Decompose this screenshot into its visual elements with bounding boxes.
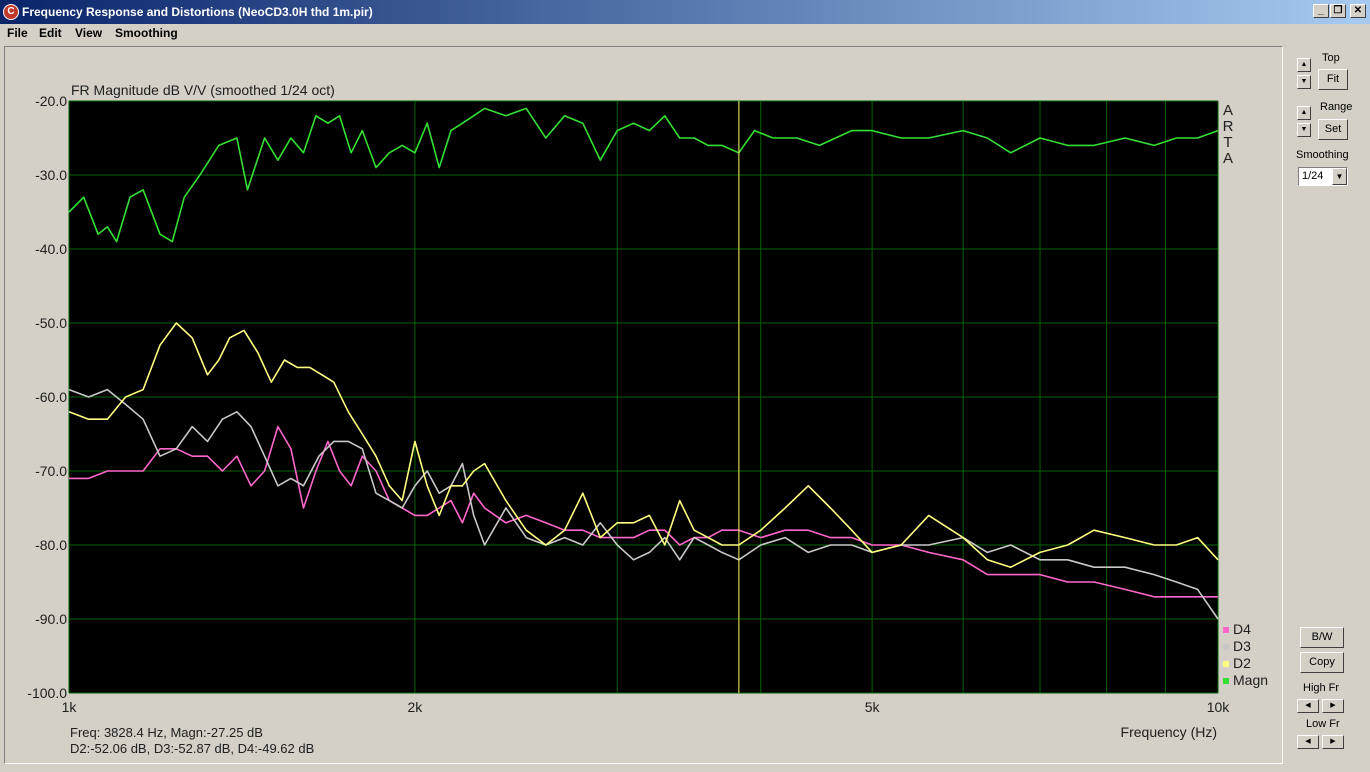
x-tick-label: 1k bbox=[62, 699, 78, 715]
minimize-button[interactable]: _ bbox=[1313, 4, 1329, 18]
cursor-readout-line2: D2:-52.06 dB, D3:-52.87 dB, D4:-49.62 dB bbox=[70, 741, 314, 756]
app-icon[interactable]: C bbox=[3, 4, 19, 20]
bw-button[interactable]: B/W bbox=[1300, 627, 1344, 648]
smoothing-value: 1/24 bbox=[1302, 170, 1324, 182]
chart-title: FR Magnitude dB V/V (smoothed 1/24 oct) bbox=[71, 82, 335, 98]
range-up-button[interactable]: ▲ bbox=[1297, 106, 1311, 120]
smoothing-select[interactable]: 1/24 ▼ bbox=[1298, 167, 1348, 186]
low-fr-label: Low Fr bbox=[1306, 718, 1340, 730]
y-tick-label: -90.0 bbox=[35, 611, 67, 627]
y-tick-label: -70.0 bbox=[35, 463, 67, 479]
fr-chart[interactable]: -20.0 -30.0 -40.0 -50.0 -60.0 -70.0 -80.0 -90.0… bbox=[5, 47, 1282, 763]
arta-letter: R bbox=[1223, 118, 1234, 135]
x-tick-label: 2k bbox=[407, 699, 423, 715]
high-fr-right-button[interactable]: ▶ bbox=[1322, 699, 1344, 713]
menu-view[interactable]: View bbox=[75, 26, 102, 40]
fit-button[interactable]: Fit bbox=[1318, 69, 1348, 90]
y-tick-label: -60.0 bbox=[35, 389, 67, 405]
smoothing-label: Smoothing bbox=[1296, 149, 1349, 161]
cursor-readout-line1: Freq: 3828.4 Hz, Magn:-27.25 dB bbox=[70, 725, 263, 740]
high-fr-left-button[interactable]: ◀ bbox=[1297, 699, 1319, 713]
range-label: Range bbox=[1320, 101, 1353, 113]
legend-swatch-d3 bbox=[1223, 644, 1229, 650]
y-tick-label: -40.0 bbox=[35, 241, 67, 257]
legend-swatch-d4 bbox=[1223, 627, 1229, 633]
range-down-button[interactable]: ▼ bbox=[1297, 123, 1311, 137]
restore-button[interactable]: ❐ bbox=[1330, 4, 1346, 18]
close-button[interactable]: ✕ bbox=[1350, 4, 1366, 18]
menu-bar: File Edit View Smoothing bbox=[0, 24, 1370, 44]
chevron-down-icon[interactable]: ▼ bbox=[1332, 168, 1347, 185]
x-tick-label: 5k bbox=[865, 699, 881, 715]
low-fr-left-button[interactable]: ◀ bbox=[1297, 735, 1319, 749]
control-panel: Top ▲ ▼ Fit Range ▲ ▼ Set Smoothing 1/24… bbox=[1286, 46, 1370, 764]
menu-edit[interactable]: Edit bbox=[39, 26, 62, 40]
legend-label-d4: D4 bbox=[1233, 621, 1251, 637]
legend-label-magn: Magn bbox=[1233, 672, 1268, 688]
x-axis-label: Frequency (Hz) bbox=[1121, 724, 1217, 740]
top-up-button[interactable]: ▲ bbox=[1297, 58, 1311, 72]
x-tick-label: 10k bbox=[1207, 699, 1231, 715]
y-tick-label: -20.0 bbox=[35, 93, 67, 109]
window-title: Frequency Response and Distortions (NeoC… bbox=[22, 5, 373, 19]
arta-letter: A bbox=[1223, 102, 1233, 119]
y-tick-label: -50.0 bbox=[35, 315, 67, 331]
low-fr-right-button[interactable]: ▶ bbox=[1322, 735, 1344, 749]
menu-smoothing[interactable]: Smoothing bbox=[115, 26, 178, 40]
y-tick-label: -80.0 bbox=[35, 537, 67, 553]
copy-button[interactable]: Copy bbox=[1300, 652, 1344, 673]
top-label: Top bbox=[1322, 52, 1340, 64]
top-down-button[interactable]: ▼ bbox=[1297, 75, 1311, 89]
window-titlebar[interactable]: C Frequency Response and Distortions (Ne… bbox=[0, 0, 1370, 24]
y-tick-label: -30.0 bbox=[35, 167, 67, 183]
legend-label-d3: D3 bbox=[1233, 638, 1251, 654]
plot-panel[interactable]: -20.0 -30.0 -40.0 -50.0 -60.0 -70.0 -80.0 -90.0… bbox=[4, 46, 1283, 764]
arta-letter: T bbox=[1223, 134, 1232, 151]
menu-file[interactable]: File bbox=[7, 26, 28, 40]
legend-swatch-d2 bbox=[1223, 661, 1229, 667]
set-button[interactable]: Set bbox=[1318, 119, 1348, 140]
arta-letter: A bbox=[1223, 150, 1233, 167]
high-fr-label: High Fr bbox=[1303, 682, 1340, 694]
legend-label-d2: D2 bbox=[1233, 655, 1251, 671]
legend-swatch-magn bbox=[1223, 678, 1229, 684]
